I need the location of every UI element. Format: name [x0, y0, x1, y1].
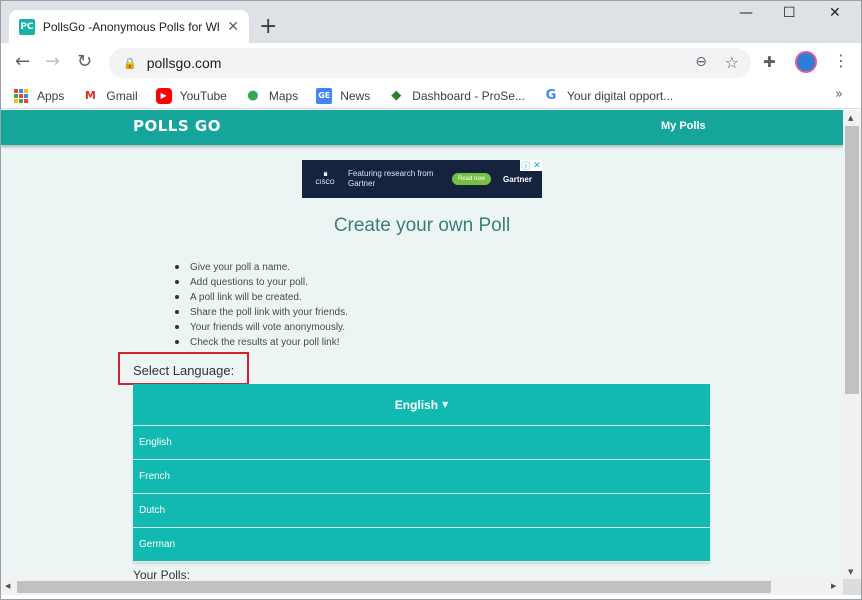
bookmarks-bar: Apps M Gmail ▶ YouTube ● Maps GE News ◆ … — [1, 83, 861, 109]
news-icon: GE — [316, 87, 333, 104]
browser-menu-icon[interactable]: ⋮ — [833, 51, 849, 70]
language-option-german[interactable]: German — [133, 528, 710, 562]
bookmark-apps[interactable]: Apps — [13, 88, 64, 104]
caret-down-icon: ▼ — [442, 400, 449, 409]
scroll-left-icon[interactable]: ◀ — [5, 582, 10, 590]
my-polls-link[interactable]: My Polls — [661, 120, 706, 132]
bookmark-label: Your digital opport... — [566, 88, 674, 103]
selected-language: English — [394, 397, 439, 412]
cisco-bars-icon: ılıılı — [323, 172, 327, 178]
youtube-icon: ▶ — [155, 87, 172, 104]
language-option-english[interactable]: English — [133, 426, 710, 460]
profile-avatar[interactable] — [795, 51, 817, 73]
language-option-french[interactable]: French — [133, 460, 710, 494]
bookmark-dashboard[interactable]: ◆ Dashboard - ProSe... — [388, 88, 525, 104]
bookmark-label: Dashboard - ProSe... — [412, 88, 525, 103]
list-item: Check the results at your poll link! — [175, 335, 348, 350]
pollsgo-favicon-icon: PC — [19, 18, 35, 35]
instructions-list: Give your poll a name. Add questions to … — [175, 260, 348, 350]
apps-grid-icon — [13, 88, 29, 104]
forward-icon[interactable]: → — [45, 51, 60, 72]
bookmark-youtube[interactable]: ▶ YouTube — [155, 87, 227, 104]
window-close-icon[interactable]: ✕ — [829, 5, 841, 21]
highlight-annotation — [118, 352, 249, 385]
ad-brand: CISCO — [315, 180, 335, 186]
language-option-dutch[interactable]: Dutch — [133, 494, 710, 528]
address-bar[interactable]: 🔒 pollsgo.com ⊖ ☆ — [109, 48, 751, 78]
bookmark-star-icon[interactable]: ☆ — [725, 53, 739, 72]
language-dropdown-toggle[interactable]: English ▼ — [133, 384, 710, 426]
ad-info-icon[interactable]: ⓘ — [521, 159, 530, 172]
browser-tab[interactable]: PC PollsGo -Anonymous Polls for WhatsApp… — [9, 10, 249, 43]
ad-close-icon[interactable]: ✕ — [533, 161, 541, 171]
bookmark-label: YouTube — [179, 88, 227, 103]
zoom-icon[interactable]: ⊖ — [695, 54, 707, 70]
scrollbar-corner — [843, 579, 861, 595]
list-item: Your friends will vote anonymously. — [175, 320, 348, 335]
bookmark-digital[interactable]: G Your digital opport... — [543, 88, 674, 104]
cisco-logo: ılıılı CISCO — [312, 171, 338, 187]
list-item: Give your poll a name. — [175, 260, 348, 275]
more-bookmarks-icon[interactable]: » — [835, 87, 843, 102]
scroll-down-icon[interactable]: ▼ — [848, 568, 853, 576]
scroll-right-icon[interactable]: ▶ — [831, 582, 836, 590]
reload-icon[interactable]: ↻ — [77, 51, 92, 72]
extensions-puzzle-icon[interactable]: ✚ — [763, 53, 776, 71]
minimize-icon[interactable]: — — [739, 5, 753, 21]
maps-pin-icon: ● — [247, 88, 259, 103]
url-text: pollsgo.com — [146, 55, 222, 71]
ad-banner[interactable]: ılıılı CISCO Featuring research from Gar… — [302, 160, 542, 198]
back-icon[interactable]: ← — [15, 51, 30, 72]
browser-toolbar: ← → ↻ 🔒 pollsgo.com ⊖ ☆ ✚ ⋮ — [1, 43, 861, 83]
ad-controls: ⓘ ✕ — [520, 159, 542, 172]
bookmark-news[interactable]: GE News — [316, 87, 371, 104]
bookmark-label: Maps — [268, 88, 299, 103]
language-dropdown: English ▼ English French Dutch German — [133, 384, 710, 562]
tab-title: PollsGo -Anonymous Polls for WhatsApp — [42, 19, 219, 34]
list-item: A poll link will be created. — [175, 290, 348, 305]
list-item: Add questions to your poll. — [175, 275, 348, 290]
bookmark-label: Apps — [37, 88, 65, 103]
list-item: Share the poll link with your friends. — [175, 305, 348, 320]
browser-window: PC PollsGo -Anonymous Polls for WhatsApp… — [0, 0, 862, 600]
new-tab-button[interactable]: + — [259, 14, 277, 40]
horizontal-scroll-thumb[interactable] — [17, 581, 771, 593]
lock-icon: 🔒 — [123, 56, 137, 70]
bookmark-maps[interactable]: ● Maps — [245, 88, 298, 104]
ad-partner: Gartner — [503, 174, 532, 184]
vertical-scrollbar[interactable]: ▲ ▼ — [843, 110, 861, 580]
bookmark-label: News — [340, 88, 371, 103]
ad-read-now-button[interactable]: Read now — [452, 173, 492, 185]
tab-strip: PC PollsGo -Anonymous Polls for WhatsApp… — [1, 1, 861, 43]
google-icon: G — [545, 88, 557, 103]
maximize-icon[interactable]: ☐ — [783, 5, 796, 21]
ad-text: Featuring research from Gartner — [348, 169, 434, 188]
gmail-icon: M — [84, 89, 96, 102]
horizontal-scrollbar[interactable]: ◀ ▶ — [1, 579, 843, 595]
page-title: Create your own Poll — [333, 215, 511, 236]
page-viewport: POLLS GO My Polls ılıılı CISCO Featuring… — [1, 110, 843, 580]
tab-close-icon[interactable]: ✕ — [227, 19, 239, 35]
scroll-up-icon[interactable]: ▲ — [848, 114, 853, 122]
site-logo[interactable]: POLLS GO — [133, 117, 221, 135]
site-navbar: POLLS GO My Polls — [1, 110, 843, 145]
prosearch-icon: ◆ — [391, 88, 402, 103]
bookmark-label: Gmail — [106, 88, 138, 103]
vertical-scroll-thumb[interactable] — [845, 126, 859, 394]
bookmark-gmail[interactable]: M Gmail — [82, 88, 138, 104]
